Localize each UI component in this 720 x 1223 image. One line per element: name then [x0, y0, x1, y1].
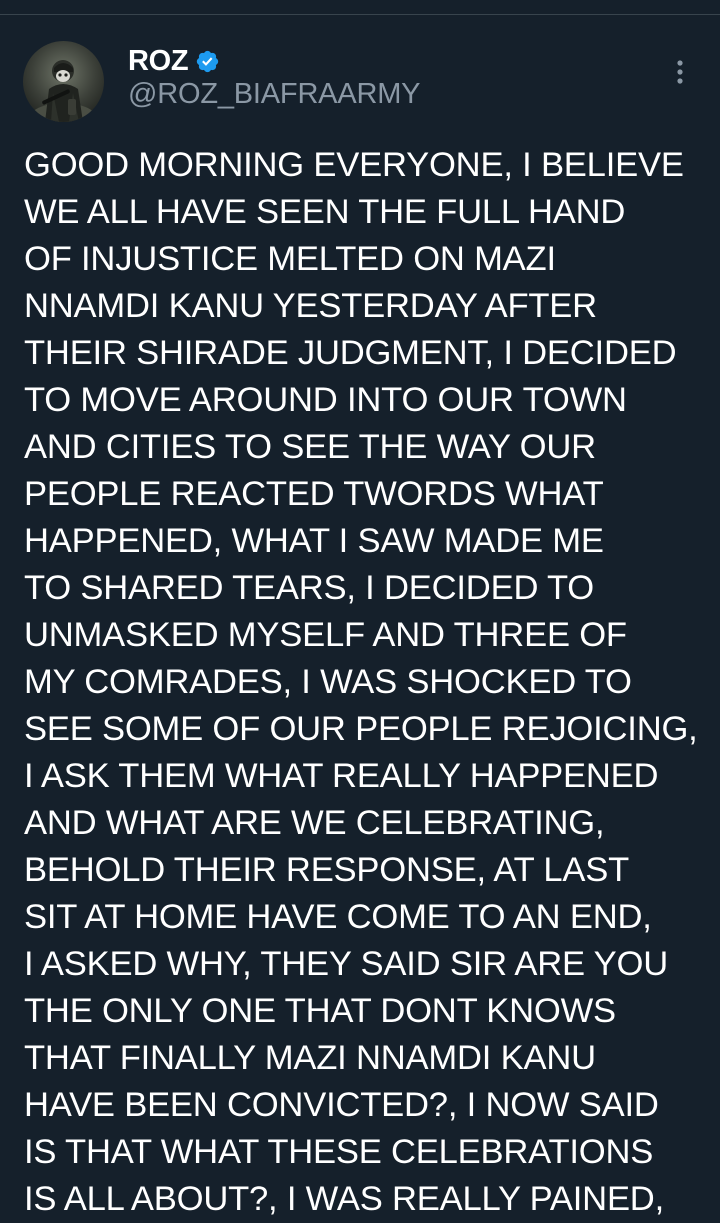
tweet-line: SEE SOME OF OUR PEOPLE REJOICING,	[24, 710, 698, 748]
tweet-line: AND WHAT ARE WE CELEBRATING,	[24, 804, 605, 842]
tweet-line: AND CITIES TO SEE THE WAY OUR	[24, 428, 596, 466]
tweet-line: THAT FINALLY MAZI NNAMDI KANU	[24, 1039, 596, 1077]
tweet-line: HAVE BEEN CONVICTED?, I NOW SAID	[24, 1086, 659, 1124]
top-divider	[0, 14, 720, 15]
tweet-line: UNMASKED MYSELF AND THREE OF	[24, 616, 627, 654]
tweet-line: IS ALL ABOUT?, I WAS REALLY PAINED,	[24, 1180, 664, 1218]
tweet-line: WE ALL HAVE SEEN THE FULL HAND	[24, 193, 626, 231]
author-handle[interactable]: @ROZ_BIAFRAARMY	[128, 76, 421, 112]
tweet-line: I ASK THEM WHAT REALLY HAPPENED	[24, 757, 659, 795]
soldier-avatar-icon	[23, 41, 104, 122]
tweet-line: IS THAT WHAT THESE CELEBRATIONS	[24, 1133, 654, 1171]
tweet-line: THE ONLY ONE THAT DONT KNOWS	[24, 992, 616, 1030]
tweet-line: MY COMRADES, I WAS SHOCKED TO	[24, 663, 632, 701]
tweet-line: NNAMDI KANU YESTERDAY AFTER	[24, 287, 597, 325]
tweet-line: HAPPENED, WHAT I SAW MADE ME	[24, 522, 604, 560]
more-options-button[interactable]	[662, 54, 698, 90]
tweet-line: TO MOVE AROUND INTO OUR TOWN	[24, 381, 627, 419]
tweet-line: SIT AT HOME HAVE COME TO AN END,	[24, 898, 652, 936]
author-name-row[interactable]: ROZ	[128, 42, 220, 80]
tweet-line: GOOD MORNING EVERYONE, I BELIEVE	[24, 146, 684, 184]
tweet-line: BEHOLD THEIR RESPONSE, AT LAST	[24, 851, 630, 889]
verified-badge-icon	[197, 50, 219, 72]
avatar[interactable]	[23, 41, 104, 122]
tweet-text: GOOD MORNING EVERYONE, I BELIEVE WE ALL …	[24, 142, 704, 1223]
tweet-line: I ASKED WHY, THEY SAID SIR ARE YOU	[24, 945, 669, 983]
tweet-line: TO SHARED TEARS, I DECIDED TO	[24, 569, 594, 607]
tweet-line: PEOPLE REACTED TWORDS WHAT	[24, 475, 604, 513]
tweet-line: OF INJUSTICE MELTED ON MAZI	[24, 240, 556, 278]
tweet-line: THEIR SHIRADE JUDGMENT, I DECIDED	[24, 334, 677, 372]
more-vertical-icon	[677, 60, 683, 84]
author-display-name[interactable]: ROZ	[128, 43, 189, 79]
